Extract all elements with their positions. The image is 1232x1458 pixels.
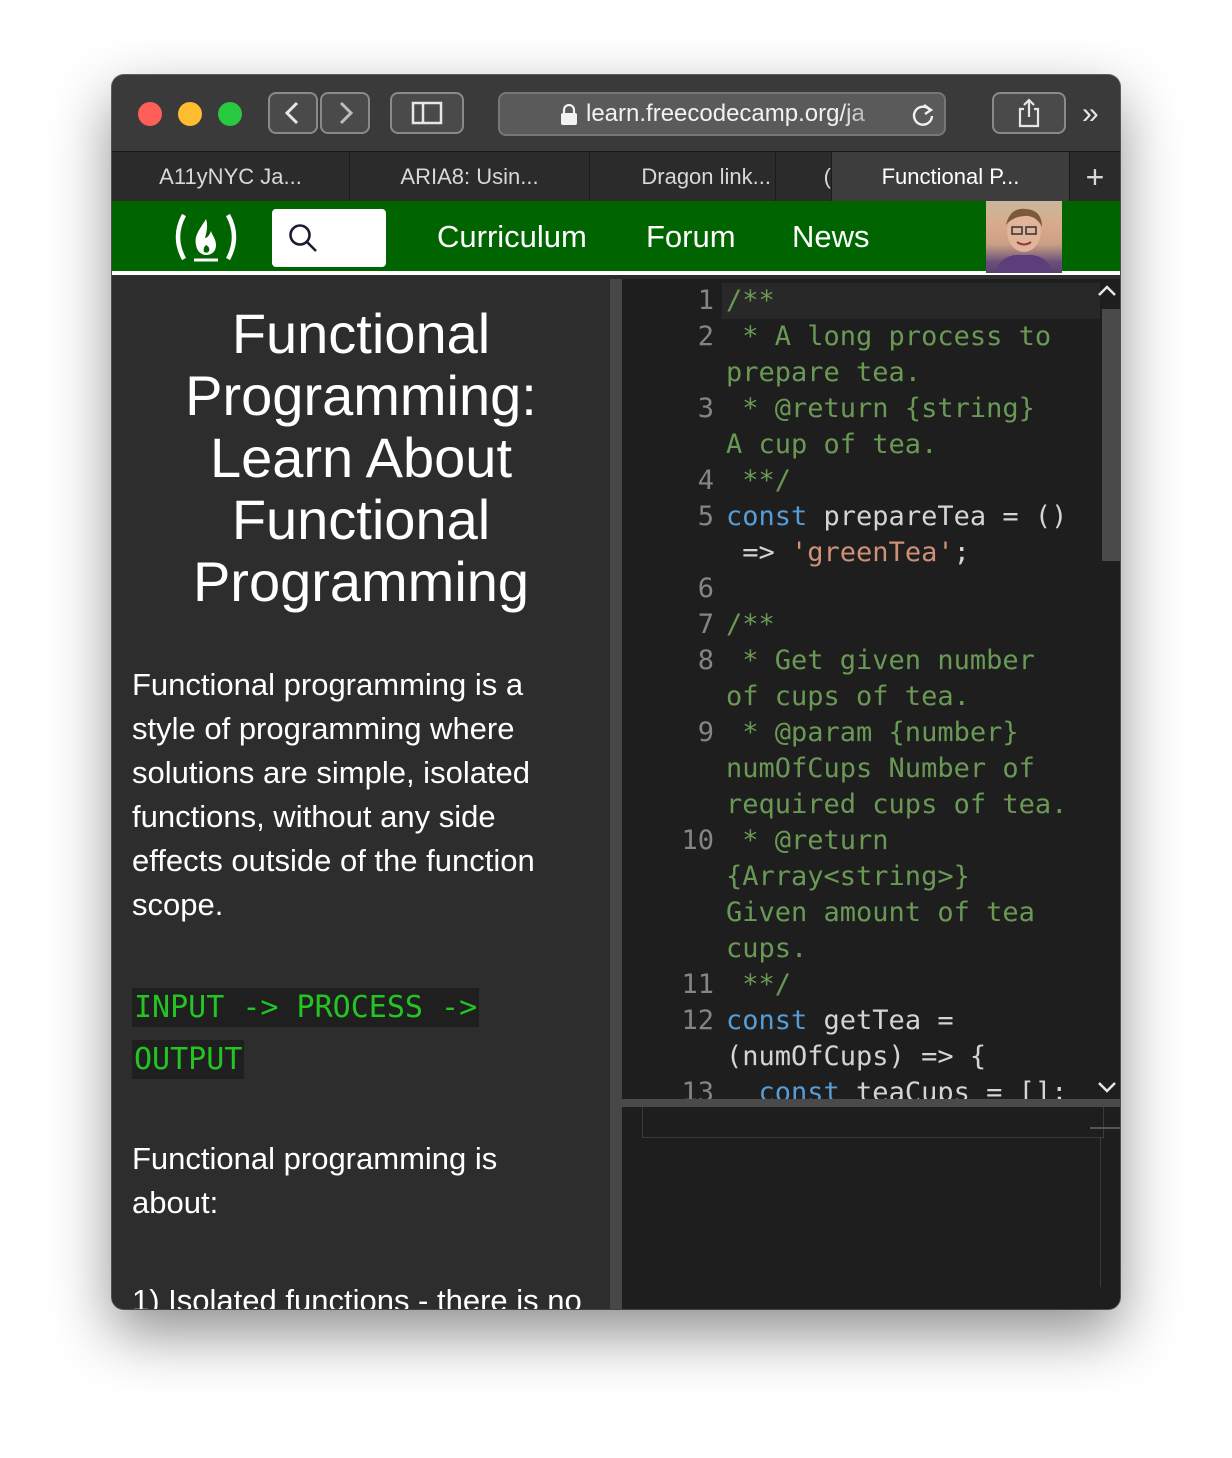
- console-output-box: [642, 1107, 1104, 1138]
- console-divider: [1090, 1127, 1120, 1129]
- minimize-window-button[interactable]: [178, 102, 202, 126]
- freecodecamp-navbar: Curriculum Forum News: [112, 201, 1120, 275]
- line-number: 1: [697, 285, 714, 316]
- toolbar-overflow-button[interactable]: »: [1082, 97, 1099, 131]
- code-snippet-line-1: INPUT -> PROCESS ->: [132, 988, 480, 1027]
- lock-icon: [561, 104, 577, 125]
- browser-toolbar: learn.freecodecamp.org/ja »: [112, 75, 1120, 151]
- code-content[interactable]: /** * A long process to prepare tea. * @…: [726, 283, 1096, 1099]
- console-border: [1100, 1137, 1101, 1287]
- user-avatar-photo: [996, 208, 1052, 273]
- lesson-code-snippet: INPUT -> PROCESS -> OUTPUT: [132, 982, 592, 1086]
- zoom-window-button[interactable]: [218, 102, 242, 126]
- chevron-right-icon: [339, 101, 354, 125]
- lesson-paragraph-intro: Functional programming is a style of pro…: [132, 667, 535, 922]
- tab-collapsed[interactable]: (: [776, 152, 832, 202]
- line-number: 9: [697, 717, 714, 748]
- lesson-paragraph-about: Functional programming is about:: [132, 1141, 498, 1220]
- search-icon: [289, 224, 317, 252]
- tab-a11ynyc[interactable]: A11yNYC Ja...: [112, 152, 350, 202]
- line-number-gutter: 1 2 3 4 5 6 7 8 9 10 11 12 13: [622, 279, 722, 1099]
- fire-logo-icon: [175, 213, 237, 262]
- line-number: 4: [697, 465, 714, 496]
- line-number: 3: [697, 393, 714, 424]
- sidebar-icon: [411, 101, 443, 125]
- nav-forum-link[interactable]: Forum: [646, 219, 736, 255]
- line-number: 8: [697, 645, 714, 676]
- address-bar[interactable]: learn.freecodecamp.org/ja: [498, 92, 946, 136]
- search-input[interactable]: [272, 209, 386, 267]
- code-snippet-line-2: OUTPUT: [132, 1040, 245, 1079]
- back-button[interactable]: [268, 92, 318, 134]
- user-avatar[interactable]: [986, 201, 1062, 273]
- freecodecamp-logo[interactable]: [170, 209, 242, 267]
- line-number: 10: [681, 825, 714, 856]
- chevron-left-icon: [284, 101, 299, 125]
- line-number: 7: [697, 609, 714, 640]
- forward-button[interactable]: [320, 92, 370, 134]
- line-number: 12: [681, 1005, 714, 1036]
- new-tab-button[interactable]: +: [1070, 152, 1120, 202]
- close-window-button[interactable]: [138, 102, 162, 126]
- line-number: 11: [681, 969, 714, 1000]
- browser-window: learn.freecodecamp.org/ja » A11yNYC Ja..…: [112, 75, 1120, 1309]
- address-url: learn.freecodecamp.org/ja: [586, 100, 865, 127]
- share-button[interactable]: [992, 92, 1066, 134]
- line-number: 6: [697, 573, 714, 604]
- line-number: 13: [681, 1077, 714, 1099]
- scroll-up-icon[interactable]: [1096, 283, 1118, 299]
- nav-news-link[interactable]: News: [792, 219, 870, 255]
- lesson-title: Functional Programming: Learn About Func…: [185, 302, 537, 613]
- reload-icon[interactable]: [910, 102, 936, 128]
- line-number: 2: [697, 321, 714, 352]
- output-console: [622, 1107, 1120, 1309]
- nav-curriculum-link[interactable]: Curriculum: [437, 219, 587, 255]
- tab-functional-programming[interactable]: Functional P...: [832, 152, 1070, 202]
- editor-scrollbar-thumb[interactable]: [1102, 309, 1120, 561]
- scroll-down-icon[interactable]: [1096, 1079, 1118, 1095]
- line-number: 5: [697, 501, 714, 532]
- tab-dragon-link[interactable]: Dragon link...: [590, 152, 776, 202]
- code-editor[interactable]: 1 2 3 4 5 6 7 8 9 10 11 12 13 /** * A lo…: [622, 279, 1120, 1099]
- tab-aria8[interactable]: ARIA8: Usin...: [350, 152, 590, 202]
- tab-bar: A11yNYC Ja... ARIA8: Usin... Dragon link…: [112, 151, 1120, 203]
- editor-console-resize-handle[interactable]: [622, 1099, 1120, 1107]
- lesson-pane: Functional Programming: Learn About Func…: [112, 279, 610, 1309]
- share-icon: [1018, 98, 1040, 128]
- sidebar-toggle-button[interactable]: [390, 92, 464, 134]
- lesson-paragraph-list: 1) Isolated functions - there is no: [132, 1283, 582, 1309]
